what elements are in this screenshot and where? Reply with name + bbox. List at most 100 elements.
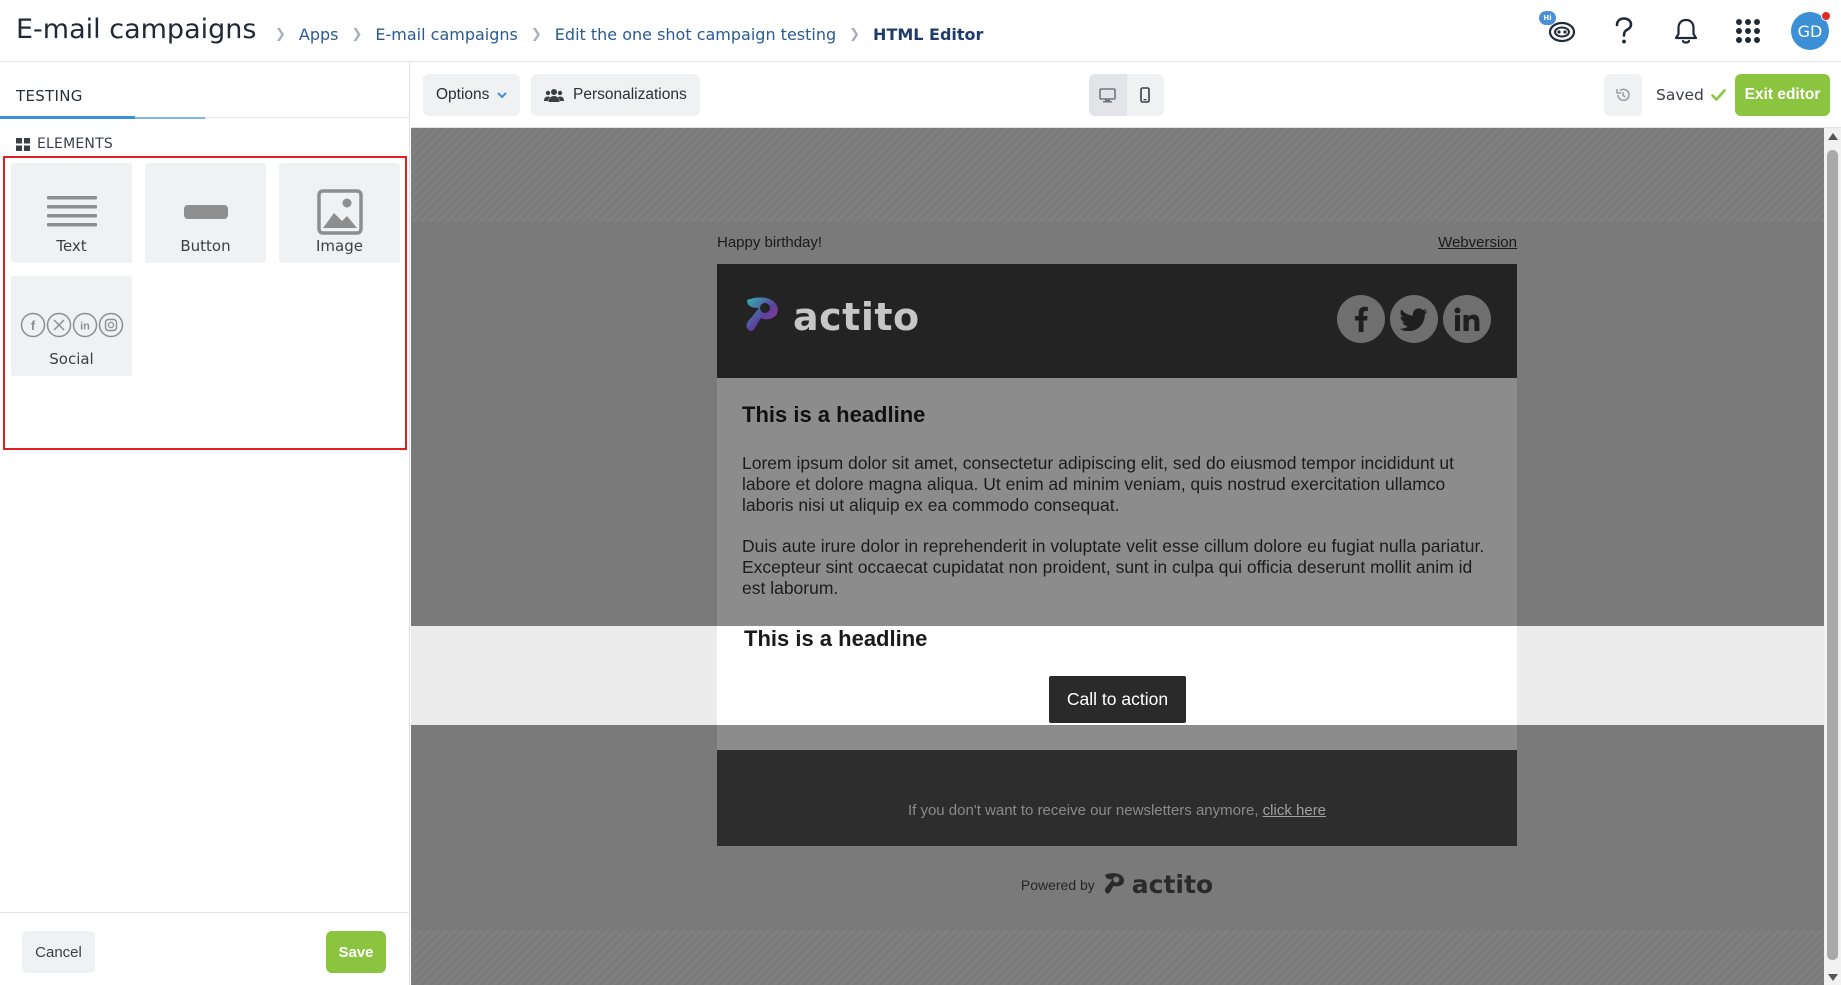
exit-editor-button[interactable]: Exit editor: [1735, 74, 1830, 116]
chevron-right-icon: ❯: [351, 27, 363, 42]
element-label: Social: [49, 350, 94, 368]
text-lines-icon: [46, 196, 97, 227]
left-panel: TESTING ELEMENTS Text Button Image f in …: [0, 62, 410, 985]
check-icon: [1711, 89, 1726, 101]
save-button[interactable]: Save: [326, 931, 386, 973]
email-headline-2[interactable]: This is a headline: [744, 626, 927, 652]
facebook-icon: [1355, 306, 1368, 332]
selected-row-content[interactable]: This is a headline Call to action: [717, 626, 1517, 725]
facebook-link[interactable]: [1337, 295, 1385, 343]
image-icon: [316, 189, 363, 235]
preheader-text: Happy birthday!: [717, 234, 823, 251]
chevron-right-icon: ❯: [849, 27, 861, 42]
header-actions: Hi GD: [1531, 0, 1841, 62]
top-header: E-mail campaigns ❯ Apps ❯ E-mail campaig…: [0, 0, 1841, 62]
svg-text:f: f: [30, 318, 35, 333]
desktop-view-button[interactable]: [1089, 74, 1127, 116]
canvas-scrollbar[interactable]: [1824, 128, 1841, 985]
panel-footer: Cancel Save: [0, 912, 410, 985]
email-preheader[interactable]: Happy birthday! Webversion: [717, 234, 1517, 251]
canvas-padding-bottom: [411, 930, 1824, 985]
actito-logo-icon: [746, 297, 778, 331]
email-headline[interactable]: This is a headline: [742, 402, 925, 428]
mobile-view-button[interactable]: [1127, 74, 1165, 116]
tab-active-indicator: [0, 116, 135, 119]
email-paragraph-1[interactable]: Lorem ipsum dolor sit amet, consectetur …: [742, 453, 1497, 516]
options-dropdown[interactable]: Options: [423, 74, 521, 116]
element-label: Image: [316, 237, 363, 255]
unsubscribe-link[interactable]: click here: [1263, 802, 1326, 819]
users-icon: [544, 89, 564, 102]
elements-palette: Text Button Image f in Social: [3, 156, 407, 450]
element-label: Text: [56, 237, 87, 255]
personalizations-label: Personalizations: [573, 86, 687, 103]
elements-label: ELEMENTS: [37, 136, 113, 152]
linkedin-icon: [1454, 307, 1480, 331]
canvas-padding-top: [411, 128, 1824, 222]
powered-by-logo-text: actito: [1131, 870, 1214, 899]
scroll-up-arrow-icon[interactable]: [1828, 133, 1838, 140]
mobile-icon: [1140, 87, 1151, 103]
notification-dot: [1821, 11, 1831, 21]
breadcrumb-html-editor: HTML Editor: [873, 25, 984, 44]
twitter-icon: [1400, 307, 1427, 331]
editor-toolbar: Options Personalizations Saved Exit edit…: [411, 62, 1841, 128]
chevron-right-icon: ❯: [530, 27, 542, 42]
powered-by: Powered by actito: [717, 870, 1517, 899]
scroll-thumb[interactable]: [1827, 150, 1838, 960]
personalizations-button[interactable]: Personalizations: [531, 74, 700, 116]
apps-grid-button[interactable]: [1717, 0, 1779, 62]
button-bar-icon: [183, 205, 228, 219]
app-title: E-mail campaigns: [16, 14, 257, 45]
email-paragraph-2[interactable]: Duis aute irure dolor in reprehenderit i…: [742, 536, 1497, 599]
device-toggle: [1089, 74, 1164, 116]
bell-icon: [1674, 18, 1698, 44]
element-text[interactable]: Text: [11, 163, 132, 263]
element-image[interactable]: Image: [279, 163, 400, 263]
social-links: [1332, 295, 1491, 343]
scroll-down-arrow-icon[interactable]: [1828, 974, 1838, 981]
tab-indicator-secondary: [135, 117, 205, 119]
breadcrumb: ❯ Apps ❯ E-mail campaigns ❯ Edit the one…: [262, 25, 983, 44]
selected-row-highlight[interactable]: This is a headline Call to action: [411, 626, 1824, 725]
element-label: Button: [180, 237, 231, 255]
social-icons: f in: [20, 312, 123, 338]
call-to-action-button[interactable]: Call to action: [1049, 676, 1186, 723]
help-button[interactable]: [1593, 0, 1655, 62]
assistant-badge: Hi: [1539, 11, 1556, 25]
avatar: GD: [1791, 11, 1831, 50]
linkedin-link[interactable]: [1443, 295, 1491, 343]
element-social[interactable]: f in Social: [11, 276, 132, 376]
assistant-button[interactable]: Hi: [1531, 0, 1593, 62]
actito-logo: actito: [741, 294, 920, 340]
history-button[interactable]: [1604, 74, 1642, 116]
powered-by-label: Powered by: [1020, 876, 1095, 893]
breadcrumb-edit-campaign[interactable]: Edit the one shot campaign testing: [555, 25, 836, 44]
elements-section-title: ELEMENTS: [16, 136, 113, 152]
email-footer-block[interactable]: If you don't want to receive our newslet…: [717, 750, 1517, 846]
chevron-down-icon: [497, 91, 508, 98]
options-label: Options: [436, 86, 490, 103]
apps-grid-icon: [1736, 19, 1760, 43]
user-menu-button[interactable]: GD: [1779, 0, 1841, 62]
saved-status: Saved: [1656, 86, 1726, 104]
tab-testing[interactable]: TESTING: [16, 87, 83, 105]
email-canvas[interactable]: Happy birthday! Webversion actito This i…: [411, 128, 1824, 985]
element-button[interactable]: Button: [145, 163, 266, 263]
notifications-button[interactable]: [1655, 0, 1717, 62]
cancel-button[interactable]: Cancel: [22, 931, 95, 973]
email-header-block[interactable]: actito: [717, 264, 1517, 378]
avatar-initials: GD: [1797, 21, 1823, 41]
saved-label: Saved: [1656, 86, 1704, 104]
breadcrumb-email-campaigns[interactable]: E-mail campaigns: [375, 25, 517, 44]
actito-logo-small-icon: [1104, 872, 1124, 894]
svg-text:in: in: [80, 321, 90, 333]
chevron-right-icon: ❯: [275, 27, 286, 42]
help-icon: [1615, 17, 1633, 44]
unsubscribe-text: If you don't want to receive our newslet…: [717, 802, 1517, 819]
webversion-link[interactable]: Webversion: [1438, 234, 1517, 251]
grid-icon: [16, 137, 30, 151]
logo-text: actito: [793, 295, 920, 339]
twitter-link[interactable]: [1390, 295, 1438, 343]
breadcrumb-apps[interactable]: Apps: [299, 25, 339, 44]
